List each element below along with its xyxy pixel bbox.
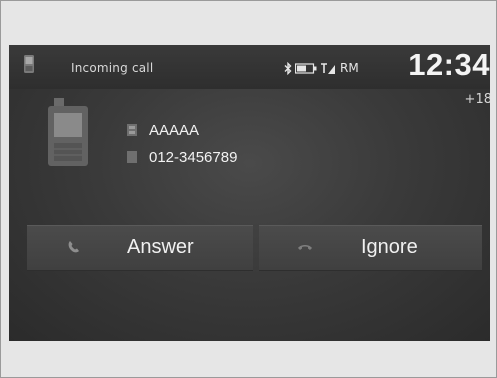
temperature: +18 xyxy=(464,92,490,107)
ignore-call-icon xyxy=(298,245,312,250)
caller-name-row: AAAAA xyxy=(127,121,199,139)
caller-name: AAAAA xyxy=(149,121,200,139)
answer-button[interactable]: Answer xyxy=(27,225,253,271)
bluetooth-icon xyxy=(284,61,292,75)
phone-icon xyxy=(24,55,34,73)
mobile-phone-icon xyxy=(48,98,88,166)
status-icons: RM xyxy=(284,61,359,75)
signal-icon xyxy=(321,62,335,74)
network-label: RM xyxy=(340,61,359,75)
clock: 12:34 xyxy=(408,47,490,82)
ignore-button[interactable]: Ignore xyxy=(259,225,482,271)
ignore-label: Ignore xyxy=(361,236,418,258)
page-frame: Incoming call RM 12:34 +18 AAAAA 012-345… xyxy=(0,0,497,378)
answer-label: Answer xyxy=(127,236,194,258)
caller-number-row: 012-3456789 xyxy=(127,148,237,166)
caller-number: 012-3456789 xyxy=(149,148,238,166)
battery-icon xyxy=(295,62,317,74)
contact-icon xyxy=(127,124,137,136)
phone-number-icon xyxy=(127,151,137,163)
temperature-value: 18 xyxy=(475,92,490,107)
status-bar: Incoming call RM 12:34 xyxy=(9,45,490,89)
answer-call-icon xyxy=(68,241,79,253)
display-screen: Incoming call RM 12:34 +18 AAAAA 012-345… xyxy=(9,45,490,341)
status-title: Incoming call xyxy=(71,61,154,75)
